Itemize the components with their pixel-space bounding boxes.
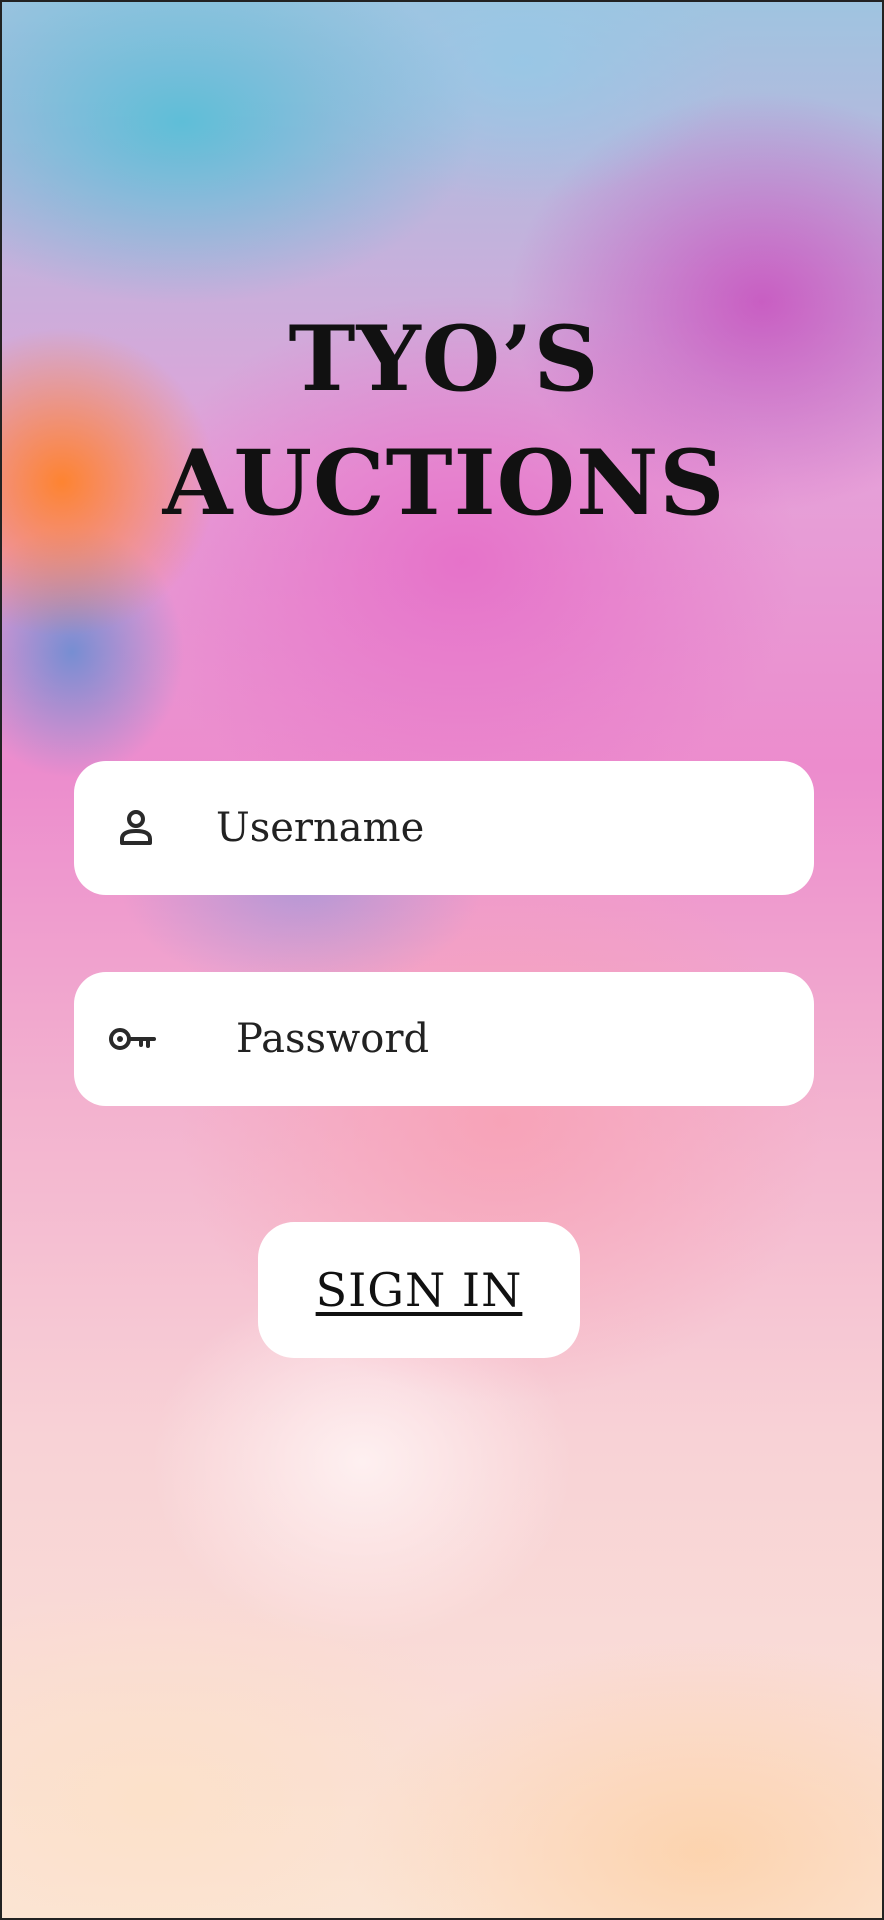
user-icon: [114, 806, 158, 850]
key-icon: [106, 1012, 160, 1066]
sign-in-button[interactable]: SIGN IN: [258, 1222, 580, 1358]
username-field[interactable]: [74, 761, 814, 895]
password-field[interactable]: [74, 972, 814, 1106]
password-input[interactable]: [234, 972, 784, 1106]
app-title-line-2: AUCTIONS: [162, 430, 726, 536]
login-screen: TYO’S AUCTIONS SIGN IN: [0, 0, 884, 1920]
app-title-line-1: TYO’S: [288, 306, 600, 412]
app-title: TYO’S AUCTIONS: [2, 297, 882, 545]
painted-background: [2, 2, 882, 1918]
username-input[interactable]: [214, 761, 784, 895]
